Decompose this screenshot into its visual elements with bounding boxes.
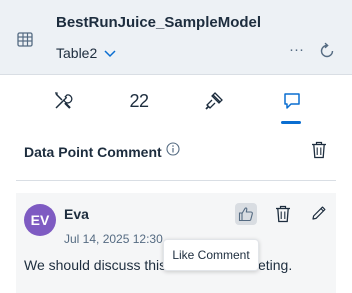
- avatar: EV: [24, 204, 56, 236]
- like-icon: [238, 207, 253, 222]
- trash-icon[interactable]: [311, 141, 327, 159]
- chevron-down-icon: [104, 50, 116, 58]
- section-divider: [16, 180, 336, 181]
- tab-numbers[interactable]: 22: [119, 84, 159, 124]
- model-title: BestRunJuice_SampleModel: [56, 14, 262, 31]
- delete-comment-icon[interactable]: [275, 205, 291, 223]
- table-selector[interactable]: Table2: [56, 43, 117, 63]
- comment-timestamp: Jul 14, 2025 12:30: [64, 232, 163, 246]
- tab-tools[interactable]: [43, 84, 83, 124]
- section-title: Data Point Comment: [24, 144, 162, 160]
- tab-styling[interactable]: [194, 84, 234, 124]
- tab-comments[interactable]: [272, 84, 312, 124]
- info-icon[interactable]: [166, 142, 180, 156]
- paint-brush-icon: [205, 92, 223, 110]
- more-options-icon[interactable]: ···: [289, 42, 305, 58]
- table-name: Table2: [56, 45, 98, 61]
- panel-header: BestRunJuice_SampleModel Table2 ···: [0, 0, 352, 75]
- panel-tabs: 22: [0, 84, 352, 128]
- tab-numbers-label: 22: [129, 91, 149, 111]
- like-comment-button[interactable]: [235, 203, 257, 225]
- table-grid-icon: [17, 32, 33, 47]
- edit-icon[interactable]: [311, 205, 327, 221]
- selected-tab-indicator: [281, 121, 301, 124]
- refresh-icon[interactable]: [318, 42, 336, 60]
- comment-author: Eva: [64, 206, 89, 222]
- like-comment-tooltip: Like Comment: [163, 239, 259, 271]
- tools-icon: [55, 92, 73, 109]
- comment-panel: BestRunJuice_SampleModel Table2 ··· 22 D…: [0, 0, 352, 293]
- comment-icon: [284, 93, 300, 109]
